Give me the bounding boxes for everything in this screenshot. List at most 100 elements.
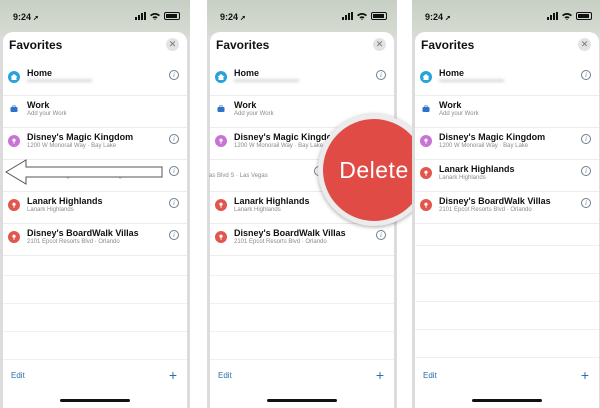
- signal-icon: [135, 12, 146, 20]
- info-icon[interactable]: i: [169, 230, 179, 240]
- favorite-name: Disney's BoardWalk Villas: [234, 228, 346, 238]
- info-icon[interactable]: i: [169, 70, 179, 80]
- close-button[interactable]: ✕: [373, 38, 386, 51]
- pin-icon: [8, 199, 20, 211]
- info-icon[interactable]: i: [169, 134, 179, 144]
- status-bar: 9:24 ➚: [207, 0, 397, 30]
- favorite-address: as Blvd S · Las Vegas: [209, 173, 268, 179]
- favorite-address: 2101 Epcot Resorts Blvd · Orlando: [27, 239, 120, 245]
- wifi-icon: [562, 13, 572, 20]
- status-time: 9:24 ➚: [425, 12, 451, 22]
- favorite-row-home[interactable]: Home ••••••••••••••••••••••••••••••• i: [210, 64, 394, 96]
- empty-list-lines: [415, 218, 599, 378]
- info-icon[interactable]: i: [581, 198, 591, 208]
- favorite-row-work[interactable]: Work Add your Work: [3, 96, 187, 128]
- favorites-sheet: Favorites ✕ Home •••••••••••••••••••••••…: [3, 32, 187, 408]
- favorite-name: Lanark Highlands: [439, 164, 515, 174]
- wifi-icon: [357, 13, 367, 20]
- status-icons: [135, 12, 180, 20]
- house-icon: [215, 71, 227, 83]
- signal-icon: [547, 12, 558, 20]
- pin-icon: [420, 135, 432, 147]
- edit-button[interactable]: Edit: [11, 371, 25, 380]
- favorite-address: Add your Work: [439, 111, 479, 117]
- info-icon[interactable]: i: [376, 230, 386, 240]
- pin-icon: [215, 135, 227, 147]
- phone-screen-before-swipe: 9:24 ➚ Favorites ✕ Home •••••••••••••••••…: [0, 0, 190, 408]
- pin-icon: [420, 199, 432, 211]
- close-button[interactable]: ✕: [166, 38, 179, 51]
- pin-icon: [215, 199, 227, 211]
- battery-icon: [371, 12, 387, 20]
- favorite-address: •••••••••••••••••••••••••••••••: [439, 79, 505, 85]
- phone-screen-after-delete: 9:24 ➚ Favorites ✕ Home •••••••••••••••••…: [412, 0, 600, 408]
- favorite-address: Add your Work: [27, 111, 67, 117]
- favorite-row-work[interactable]: Work Add your Work: [415, 96, 599, 128]
- battery-icon: [576, 12, 592, 20]
- swipe-left-arrow-icon: [5, 159, 163, 185]
- favorite-address: 2101 Epcot Resorts Blvd · Orlando: [234, 239, 327, 245]
- favorite-name: Disney's Magic Kingdom: [234, 132, 341, 142]
- home-indicator: [267, 399, 337, 402]
- briefcase-icon: [8, 103, 20, 115]
- sheet-title: Favorites: [9, 38, 63, 52]
- favorite-name: Lanark Highlands: [27, 196, 103, 206]
- favorite-address: Add your Work: [234, 111, 274, 117]
- house-icon: [8, 71, 20, 83]
- favorite-address: 1200 W Monorail Way · Bay Lake: [234, 143, 324, 149]
- add-favorite-button[interactable]: +: [169, 367, 177, 383]
- info-icon[interactable]: i: [581, 70, 591, 80]
- favorite-row-magic-kingdom[interactable]: Disney's Magic Kingdom 1200 W Monorail W…: [3, 128, 187, 160]
- home-indicator: [60, 399, 130, 402]
- briefcase-icon: [215, 103, 227, 115]
- favorite-address: Lanark Highlands: [439, 175, 486, 181]
- favorite-name: Lanark Highlands: [234, 196, 310, 206]
- status-bar: 9:24 ➚: [412, 0, 600, 30]
- pin-icon: [8, 135, 20, 147]
- briefcase-icon: [420, 103, 432, 115]
- favorite-row-lanark[interactable]: Lanark Highlands Lanark Highlands i: [415, 160, 599, 192]
- info-icon[interactable]: i: [581, 166, 591, 176]
- empty-list-lines: [3, 248, 187, 378]
- wifi-icon: [150, 13, 160, 20]
- favorite-address: Lanark Highlands: [27, 207, 74, 213]
- favorite-row-home[interactable]: Home ••••••••••••••••••••••••••••••• i: [415, 64, 599, 96]
- favorite-name: Disney's BoardWalk Villas: [27, 228, 139, 238]
- favorite-address: •••••••••••••••••••••••••••••••: [27, 79, 93, 85]
- close-button[interactable]: ✕: [578, 38, 591, 51]
- favorite-name: Work: [439, 100, 462, 110]
- edit-button[interactable]: Edit: [423, 371, 437, 380]
- favorite-row-lanark[interactable]: Lanark Highlands Lanark Highlands i: [3, 192, 187, 224]
- favorite-address: •••••••••••••••••••••••••••••••: [234, 79, 300, 85]
- add-favorite-button[interactable]: +: [376, 367, 384, 383]
- status-icons: [342, 12, 387, 20]
- status-time: 9:24 ➚: [13, 12, 39, 22]
- favorite-address: 1200 W Monorail Way · Bay Lake: [27, 143, 117, 149]
- pin-icon: [215, 231, 227, 243]
- favorite-address: 2101 Epcot Resorts Blvd · Orlando: [439, 207, 532, 213]
- favorite-row-magic-kingdom[interactable]: Disney's Magic Kingdom 1200 W Monorail W…: [415, 128, 599, 160]
- info-icon[interactable]: i: [376, 70, 386, 80]
- empty-list-lines: [210, 248, 394, 378]
- status-time: 9:24 ➚: [220, 12, 246, 22]
- favorite-name: Disney's BoardWalk Villas: [439, 196, 551, 206]
- delete-label: Delete: [339, 156, 409, 183]
- info-icon[interactable]: i: [169, 166, 179, 176]
- favorite-name: Disney's Magic Kingdom: [439, 132, 546, 142]
- edit-button[interactable]: Edit: [218, 371, 232, 380]
- house-icon: [420, 71, 432, 83]
- favorites-sheet: Favorites ✕ Home •••••••••••••••••••••••…: [415, 32, 599, 408]
- favorite-name: Work: [234, 100, 257, 110]
- info-icon[interactable]: i: [169, 198, 179, 208]
- sheet-title: Favorites: [421, 38, 475, 52]
- favorite-row-home[interactable]: Home ••••••••••••••••••••••••••••••• i: [3, 64, 187, 96]
- favorite-name: Disney's Magic Kingdom: [27, 132, 134, 142]
- status-bar: 9:24 ➚: [0, 0, 190, 30]
- favorite-name: Home: [234, 68, 260, 78]
- signal-icon: [342, 12, 353, 20]
- info-icon[interactable]: i: [581, 134, 591, 144]
- battery-icon: [164, 12, 180, 20]
- status-icons: [547, 12, 592, 20]
- favorite-address: 1200 W Monorail Way · Bay Lake: [439, 143, 529, 149]
- add-favorite-button[interactable]: +: [581, 367, 589, 383]
